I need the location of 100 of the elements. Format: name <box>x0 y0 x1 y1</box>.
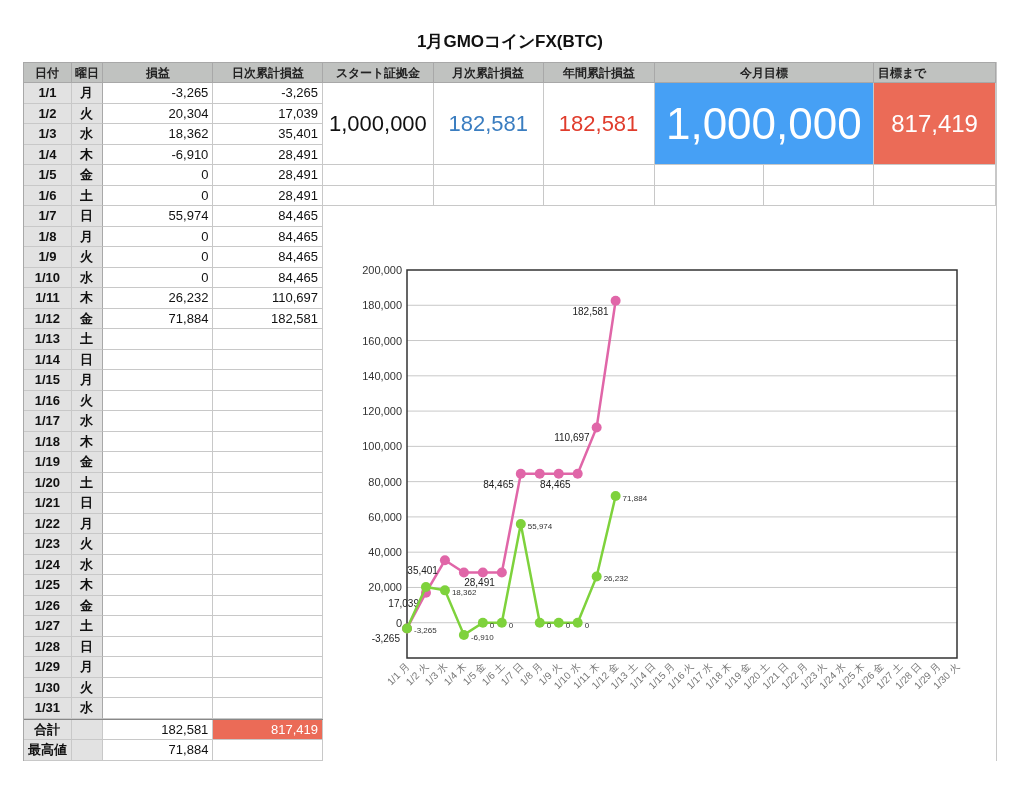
date-cell: 1/17 <box>24 411 72 432</box>
goal-value: 1,000,000 <box>654 83 875 165</box>
date-cell: 1/15 <box>24 370 72 391</box>
column-header: 損益 <box>102 63 214 83</box>
cumulative-cell: 84,465 <box>213 206 323 227</box>
summary-value: 1,000,000 <box>323 83 434 165</box>
date-cell: 1/8 <box>24 226 72 247</box>
column-header: スタート証拠金 <box>323 63 434 83</box>
summary-value: 182,581 <box>433 83 544 165</box>
cumulative-cell: 110,697 <box>213 288 323 309</box>
axis-tick-label: 0 <box>395 616 402 629</box>
weekday-cell: 日 <box>71 493 103 514</box>
cumulative-cell: 28,491 <box>213 185 323 206</box>
data-label: 71,884 <box>622 493 648 503</box>
weekday-cell: 木 <box>71 288 103 309</box>
max-profit: 71,884 <box>102 740 214 761</box>
profit-cell: 0 <box>102 267 214 288</box>
profit-cell: 18,362 <box>102 124 214 145</box>
data-label: 84,465 <box>483 478 514 490</box>
data-label: 18,362 <box>451 588 477 598</box>
date-cell: 1/1 <box>24 83 72 104</box>
date-cell: 1/19 <box>24 452 72 473</box>
date-cell: 1/13 <box>24 329 72 350</box>
axis-tick-label: 20,000 <box>368 581 402 594</box>
column-header: 今月目標 <box>654 63 875 83</box>
column-header: 日付 <box>24 63 72 83</box>
axis-tick-label: 60,000 <box>368 510 402 523</box>
total-label: 合計 <box>24 719 72 740</box>
cumulative-cell: 84,465 <box>213 267 323 288</box>
date-cell: 1/9 <box>24 247 72 268</box>
weekday-cell: 木 <box>71 575 103 596</box>
date-cell: 1/20 <box>24 472 72 493</box>
axis-tick-label: 200,000 <box>362 264 402 276</box>
date-cell: 1/14 <box>24 349 72 370</box>
column-header: 日次累計損益 <box>213 63 323 83</box>
date-cell: 1/29 <box>24 657 72 678</box>
profit-cell: 26,232 <box>102 288 214 309</box>
date-cell: 1/26 <box>24 595 72 616</box>
axis-tick-label: 100,000 <box>362 440 402 453</box>
summary-value: 182,581 <box>543 83 655 165</box>
weekday-cell: 月 <box>71 657 103 678</box>
cumulative-cell: 84,465 <box>213 226 323 247</box>
axis-tick-label: 180,000 <box>362 299 402 312</box>
weekday-cell: 土 <box>71 616 103 637</box>
weekday-cell: 水 <box>71 411 103 432</box>
cumulative-cell: 28,491 <box>213 144 323 165</box>
max-label: 最高値 <box>24 740 72 761</box>
data-label: 110,697 <box>554 432 590 444</box>
profit-cell: 55,974 <box>102 206 214 227</box>
profit-cell: 71,884 <box>102 308 214 329</box>
date-cell: 1/30 <box>24 677 72 698</box>
data-label: 84,465 <box>540 478 571 490</box>
weekday-cell: 火 <box>71 534 103 555</box>
date-cell: 1/7 <box>24 206 72 227</box>
date-cell: 1/16 <box>24 390 72 411</box>
date-cell: 1/10 <box>24 267 72 288</box>
cumulative-cell: 28,491 <box>213 165 323 186</box>
remaining-value: 817,419 <box>874 83 996 165</box>
axis-tick-label: 140,000 <box>362 369 402 382</box>
column-header: 曜日 <box>71 63 103 83</box>
date-cell: 1/31 <box>24 698 72 719</box>
date-cell: 1/25 <box>24 575 72 596</box>
cumulative-cell: -3,265 <box>213 83 323 104</box>
data-label: -6,910 <box>470 632 494 642</box>
date-cell: 1/27 <box>24 616 72 637</box>
data-label: 0 <box>565 620 571 630</box>
date-cell: 1/6 <box>24 185 72 206</box>
date-cell: 1/12 <box>24 308 72 329</box>
profit-cell: 0 <box>102 247 214 268</box>
date-cell: 1/2 <box>24 103 72 124</box>
date-cell: 1/3 <box>24 124 72 145</box>
axis-tick-label: 160,000 <box>362 334 402 347</box>
weekday-cell: 水 <box>71 124 103 145</box>
profit-cell: -6,910 <box>102 144 214 165</box>
date-cell: 1/5 <box>24 165 72 186</box>
profit-cell: -3,265 <box>102 83 214 104</box>
weekday-cell: 日 <box>71 206 103 227</box>
column-header: 目標まで <box>874 63 996 83</box>
date-cell: 1/21 <box>24 493 72 514</box>
weekday-cell: 月 <box>71 83 103 104</box>
date-cell: 1/4 <box>24 144 72 165</box>
total-cumulative: 817,419 <box>213 719 323 740</box>
data-label: 182,581 <box>572 305 609 317</box>
profit-cell: 0 <box>102 165 214 186</box>
weekday-cell: 金 <box>71 452 103 473</box>
date-cell: 1/11 <box>24 288 72 309</box>
weekday-cell: 月 <box>71 370 103 391</box>
date-cell: 1/24 <box>24 554 72 575</box>
cumulative-cell: 84,465 <box>213 247 323 268</box>
data-label: 0 <box>489 620 495 630</box>
data-label: -3,265 <box>371 633 400 645</box>
weekday-cell: 火 <box>71 247 103 268</box>
weekday-cell: 金 <box>71 165 103 186</box>
weekday-cell: 水 <box>71 698 103 719</box>
axis-tick-label: 80,000 <box>368 475 402 488</box>
date-cell: 1/23 <box>24 534 72 555</box>
data-label: 0 <box>584 620 590 630</box>
data-label: 28,491 <box>464 577 495 589</box>
profit-cell: 0 <box>102 185 214 206</box>
weekday-cell: 土 <box>71 329 103 350</box>
